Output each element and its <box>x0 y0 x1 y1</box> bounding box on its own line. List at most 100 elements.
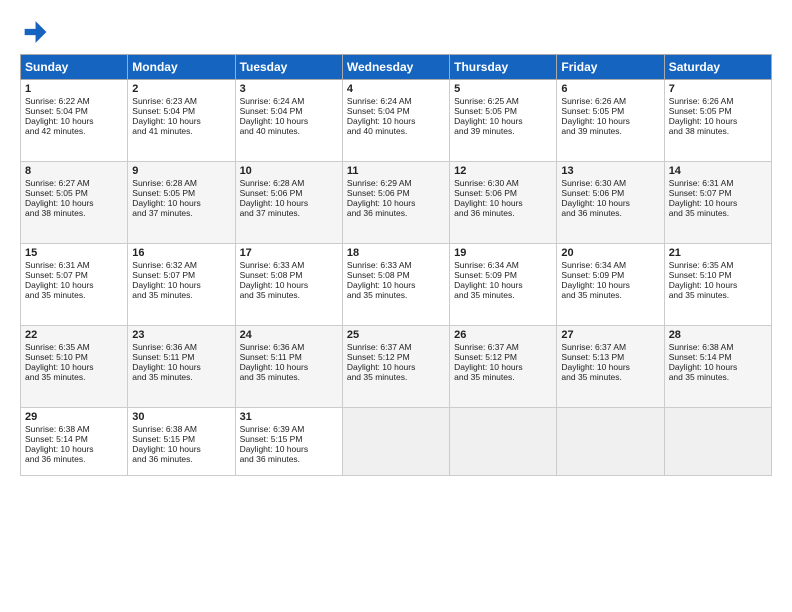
day-info-line: Daylight: 10 hours <box>132 362 230 372</box>
day-info-line: Daylight: 10 hours <box>25 444 123 454</box>
day-info-line: Sunrise: 6:37 AM <box>347 342 445 352</box>
weekday-header-row: SundayMondayTuesdayWednesdayThursdayFrid… <box>21 55 772 80</box>
day-info-line: Sunset: 5:05 PM <box>669 106 767 116</box>
calendar-cell <box>342 408 449 476</box>
day-number: 16 <box>132 247 230 259</box>
day-info-line: Sunset: 5:08 PM <box>240 270 338 280</box>
day-number: 25 <box>347 329 445 341</box>
day-info-line: Sunrise: 6:23 AM <box>132 96 230 106</box>
day-info-line: Daylight: 10 hours <box>240 362 338 372</box>
day-info-line: and 37 minutes. <box>132 208 230 218</box>
weekday-header-friday: Friday <box>557 55 664 80</box>
week-row-3: 15Sunrise: 6:31 AMSunset: 5:07 PMDayligh… <box>21 244 772 326</box>
day-info-line: Sunrise: 6:33 AM <box>347 260 445 270</box>
day-info-line: Sunset: 5:04 PM <box>132 106 230 116</box>
calendar-cell: 29Sunrise: 6:38 AMSunset: 5:14 PMDayligh… <box>21 408 128 476</box>
day-info-line: Daylight: 10 hours <box>25 280 123 290</box>
day-info-line: Daylight: 10 hours <box>669 116 767 126</box>
day-info-line: and 38 minutes. <box>669 126 767 136</box>
day-number: 12 <box>454 165 552 177</box>
day-info-line: Sunset: 5:05 PM <box>561 106 659 116</box>
day-number: 19 <box>454 247 552 259</box>
day-info-line: and 35 minutes. <box>347 290 445 300</box>
day-number: 31 <box>240 411 338 423</box>
day-number: 21 <box>669 247 767 259</box>
day-info-line: Sunrise: 6:37 AM <box>454 342 552 352</box>
day-info-line: Sunset: 5:06 PM <box>454 188 552 198</box>
day-number: 23 <box>132 329 230 341</box>
day-info-line: and 39 minutes. <box>561 126 659 136</box>
logo <box>20 18 52 46</box>
day-number: 10 <box>240 165 338 177</box>
day-info-line: and 41 minutes. <box>132 126 230 136</box>
day-info-line: Daylight: 10 hours <box>561 362 659 372</box>
day-info-line: Daylight: 10 hours <box>25 116 123 126</box>
day-info-line: and 40 minutes. <box>240 126 338 136</box>
day-info-line: and 35 minutes. <box>240 290 338 300</box>
calendar-table: SundayMondayTuesdayWednesdayThursdayFrid… <box>20 54 772 476</box>
day-info-line: Sunset: 5:04 PM <box>240 106 338 116</box>
day-info-line: Sunset: 5:04 PM <box>347 106 445 116</box>
day-info-line: Daylight: 10 hours <box>454 280 552 290</box>
day-info-line: and 35 minutes. <box>561 290 659 300</box>
day-number: 2 <box>132 83 230 95</box>
day-info-line: Daylight: 10 hours <box>669 362 767 372</box>
day-info-line: Sunset: 5:09 PM <box>454 270 552 280</box>
day-info-line: Sunset: 5:14 PM <box>669 352 767 362</box>
day-info-line: Sunrise: 6:30 AM <box>561 178 659 188</box>
day-number: 29 <box>25 411 123 423</box>
day-number: 18 <box>347 247 445 259</box>
day-info-line: Sunset: 5:15 PM <box>240 434 338 444</box>
day-info-line: Daylight: 10 hours <box>669 198 767 208</box>
day-info-line: Daylight: 10 hours <box>25 198 123 208</box>
day-info-line: Sunrise: 6:38 AM <box>25 424 123 434</box>
day-info-line: Sunrise: 6:30 AM <box>454 178 552 188</box>
day-number: 17 <box>240 247 338 259</box>
week-row-1: 1Sunrise: 6:22 AMSunset: 5:04 PMDaylight… <box>21 80 772 162</box>
page: SundayMondayTuesdayWednesdayThursdayFrid… <box>0 0 792 612</box>
day-number: 24 <box>240 329 338 341</box>
calendar-cell <box>664 408 771 476</box>
day-number: 26 <box>454 329 552 341</box>
day-number: 15 <box>25 247 123 259</box>
calendar-cell: 24Sunrise: 6:36 AMSunset: 5:11 PMDayligh… <box>235 326 342 408</box>
day-info-line: Sunrise: 6:31 AM <box>669 178 767 188</box>
calendar-cell: 4Sunrise: 6:24 AMSunset: 5:04 PMDaylight… <box>342 80 449 162</box>
calendar-cell: 14Sunrise: 6:31 AMSunset: 5:07 PMDayligh… <box>664 162 771 244</box>
day-info-line: and 35 minutes. <box>454 372 552 382</box>
day-info-line: Sunset: 5:06 PM <box>240 188 338 198</box>
day-info-line: Daylight: 10 hours <box>25 362 123 372</box>
day-info-line: Sunrise: 6:24 AM <box>347 96 445 106</box>
day-info-line: Sunset: 5:07 PM <box>669 188 767 198</box>
day-number: 27 <box>561 329 659 341</box>
week-row-4: 22Sunrise: 6:35 AMSunset: 5:10 PMDayligh… <box>21 326 772 408</box>
day-info-line: Sunrise: 6:29 AM <box>347 178 445 188</box>
calendar-cell: 21Sunrise: 6:35 AMSunset: 5:10 PMDayligh… <box>664 244 771 326</box>
week-row-2: 8Sunrise: 6:27 AMSunset: 5:05 PMDaylight… <box>21 162 772 244</box>
day-info-line: Sunset: 5:14 PM <box>25 434 123 444</box>
calendar-cell: 22Sunrise: 6:35 AMSunset: 5:10 PMDayligh… <box>21 326 128 408</box>
day-info-line: Daylight: 10 hours <box>240 280 338 290</box>
day-info-line: Sunrise: 6:39 AM <box>240 424 338 434</box>
day-info-line: Daylight: 10 hours <box>561 280 659 290</box>
calendar-cell: 26Sunrise: 6:37 AMSunset: 5:12 PMDayligh… <box>450 326 557 408</box>
day-info-line: Sunset: 5:11 PM <box>132 352 230 362</box>
day-info-line: Sunset: 5:11 PM <box>240 352 338 362</box>
day-info-line: and 39 minutes. <box>454 126 552 136</box>
calendar-cell: 23Sunrise: 6:36 AMSunset: 5:11 PMDayligh… <box>128 326 235 408</box>
day-number: 22 <box>25 329 123 341</box>
day-info-line: Sunrise: 6:35 AM <box>669 260 767 270</box>
calendar-cell: 20Sunrise: 6:34 AMSunset: 5:09 PMDayligh… <box>557 244 664 326</box>
calendar-cell <box>557 408 664 476</box>
week-row-5: 29Sunrise: 6:38 AMSunset: 5:14 PMDayligh… <box>21 408 772 476</box>
day-info-line: Sunset: 5:05 PM <box>454 106 552 116</box>
day-info-line: Daylight: 10 hours <box>347 280 445 290</box>
day-number: 4 <box>347 83 445 95</box>
calendar-cell: 19Sunrise: 6:34 AMSunset: 5:09 PMDayligh… <box>450 244 557 326</box>
day-info-line: Daylight: 10 hours <box>240 116 338 126</box>
day-info-line: and 36 minutes. <box>240 454 338 464</box>
day-number: 6 <box>561 83 659 95</box>
day-info-line: and 35 minutes. <box>669 208 767 218</box>
day-info-line: and 36 minutes. <box>132 454 230 464</box>
day-info-line: Sunset: 5:12 PM <box>347 352 445 362</box>
